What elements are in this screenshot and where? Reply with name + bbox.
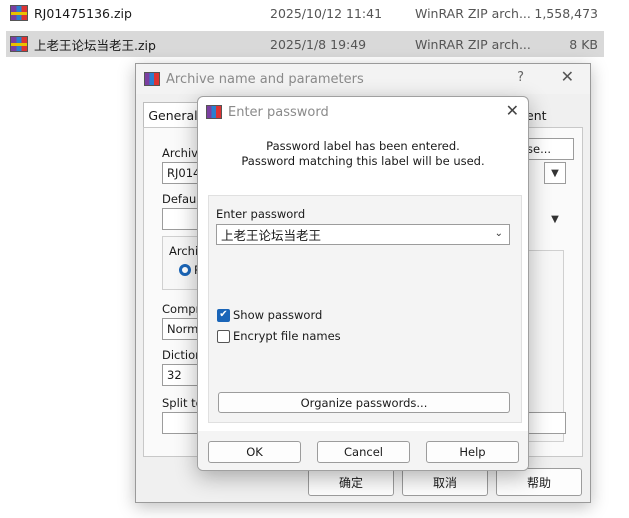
winrar-app-icon (144, 72, 160, 86)
password-dialog-title: Enter password (228, 104, 329, 120)
ok-button[interactable]: OK (208, 441, 301, 463)
close-icon[interactable]: ✕ (561, 67, 574, 86)
tab-comment[interactable]: ent (526, 108, 547, 123)
show-password-label: Show password (233, 308, 323, 322)
info-line-1: Password label has been entered. (266, 139, 460, 153)
browse-button[interactable]: se... (522, 138, 574, 160)
format-radio[interactable] (179, 264, 191, 276)
password-dialog-titlebar: Enter password (198, 97, 528, 127)
encrypt-names-row[interactable]: Encrypt file names (217, 329, 341, 343)
file-size: 8 KB (569, 36, 598, 52)
encrypt-names-label: Encrypt file names (233, 329, 341, 343)
help-button[interactable]: 帮助 (496, 468, 582, 496)
encrypt-names-checkbox[interactable] (217, 329, 230, 343)
info-line-2: Password matching this label will be use… (241, 154, 485, 168)
profile-dropdown[interactable]: ▼ (544, 208, 566, 230)
file-row-1[interactable]: RJ01475136.zip 2025/10/12 11:41 WinRAR Z… (6, 0, 604, 26)
file-size: 1,558,473 (534, 5, 598, 21)
winrar-app-icon (206, 105, 222, 119)
file-date: 2025/1/8 19:49 (270, 36, 367, 52)
cancel-button[interactable]: Cancel (317, 441, 410, 463)
tab-general[interactable]: General (143, 102, 203, 128)
cancel-button[interactable]: 取消 (402, 468, 488, 496)
close-icon[interactable]: ✕ (506, 101, 519, 120)
file-type: WinRAR ZIP arch... (415, 5, 531, 21)
chevron-down-icon[interactable]: ⌄ (495, 228, 503, 239)
help-icon[interactable]: ? (517, 70, 524, 85)
show-password-row[interactable]: ✔ Show password (217, 308, 322, 322)
password-info-text: Password label has been entered. Passwor… (198, 139, 528, 169)
update-mode-field[interactable] (524, 412, 566, 434)
chevron-down-icon: ▼ (551, 167, 559, 179)
password-combo[interactable]: 上老王论坛当老王 ⌄ (216, 224, 510, 245)
password-value: 上老王论坛当老王 (221, 228, 322, 243)
organize-passwords-button[interactable]: Organize passwords... (218, 392, 510, 413)
archive-name-dropdown[interactable]: ▼ (544, 162, 566, 184)
file-date: 2025/10/12 11:41 (270, 5, 383, 21)
file-type: WinRAR ZIP arch... (415, 36, 531, 52)
help-button[interactable]: Help (426, 441, 519, 463)
file-name: 上老王论坛当老王.zip (34, 37, 156, 53)
file-name: RJ01475136.zip (34, 5, 132, 21)
enter-password-dialog: Enter password ✕ Password label has been… (197, 96, 529, 471)
archive-window-title: Archive name and parameters (166, 71, 364, 87)
file-row-2[interactable]: 上老王论坛当老王.zip 2025/1/8 19:49 WinRAR ZIP a… (6, 31, 604, 57)
confirm-button[interactable]: 确定 (308, 468, 394, 496)
show-password-checkbox[interactable]: ✔ (217, 308, 230, 322)
password-field-label: Enter password (216, 207, 306, 221)
winrar-archive-icon (10, 36, 28, 52)
chevron-down-icon: ▼ (551, 213, 559, 225)
winrar-archive-icon (10, 5, 28, 21)
password-panel: Enter password 上老王论坛当老王 ⌄ ✔ Show passwor… (208, 195, 522, 423)
